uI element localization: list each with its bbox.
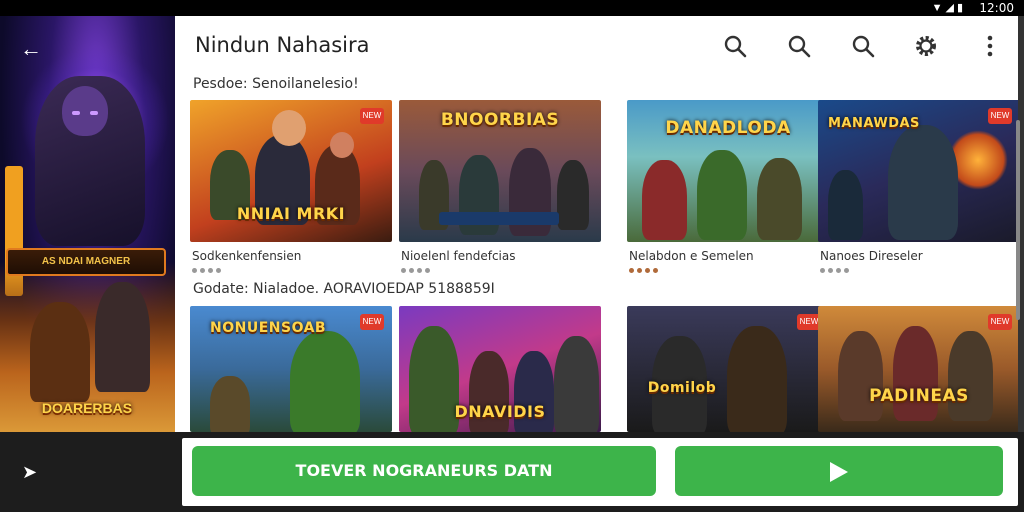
hero-art-panel[interactable]: AS NDAI MAGNER DOARERBAS ← xyxy=(0,16,175,432)
rating-dot xyxy=(828,268,833,273)
rating-dot xyxy=(836,268,841,273)
status-icons: ▼◢▮ xyxy=(931,2,966,14)
card-figure xyxy=(757,158,802,240)
rating-dot xyxy=(653,268,658,273)
rating-dot xyxy=(844,268,849,273)
game-card[interactable]: DNAVIDIS xyxy=(399,306,601,432)
rating-dot xyxy=(192,268,197,273)
hero-character-head xyxy=(62,86,108,136)
search-icon[interactable] xyxy=(722,33,748,59)
rating-dot xyxy=(637,268,642,273)
overflow-menu-icon[interactable] xyxy=(977,33,1003,59)
game-card[interactable]: DANADLODA xyxy=(627,100,829,242)
card-logo: BNOORBIAS xyxy=(440,110,560,130)
rating-dot xyxy=(425,268,430,273)
gear-icon[interactable] xyxy=(913,33,939,59)
card-title: Sodkenkenfensien xyxy=(192,249,302,263)
search-icon[interactable] xyxy=(850,33,876,59)
card-subtitle-plate xyxy=(439,212,559,225)
card-figure xyxy=(893,326,938,421)
section-label: Pesdoe: Senoilanelesio! xyxy=(193,76,359,92)
card-title: Nioelenl fendefcias xyxy=(401,249,516,263)
new-badge: NEW xyxy=(988,314,1012,330)
hero-warrior-right xyxy=(95,282,150,392)
card-figure xyxy=(210,376,250,432)
card-logo: Domilob xyxy=(647,380,717,396)
card-logo: NONUENSOAB xyxy=(210,320,327,336)
rating-dot xyxy=(200,268,205,273)
status-bar: ▼◢▮ 12:00 xyxy=(0,0,1024,16)
back-arrow-icon[interactable]: ← xyxy=(20,36,42,62)
rating-dot xyxy=(645,268,650,273)
search-icon[interactable] xyxy=(786,33,812,59)
rating-dot xyxy=(409,268,414,273)
card-logo: NNIAI MRKI xyxy=(236,204,346,223)
card-figure xyxy=(557,160,589,230)
nav-back-icon[interactable]: ➤ xyxy=(22,462,37,483)
card-title: Nanoes Direseler xyxy=(820,249,923,263)
rating-dot xyxy=(629,268,634,273)
status-time: 12:00 xyxy=(979,1,1014,15)
game-card[interactable]: NNIAI MRKI NEW xyxy=(190,100,392,242)
game-card[interactable]: Domilob NEW xyxy=(627,306,829,432)
card-figure xyxy=(290,331,360,432)
rating-dot xyxy=(417,268,422,273)
screen: ▼◢▮ 12:00 AS NDAI MAGNER DOARERBAS ← Nin… xyxy=(0,0,1024,512)
hero-warrior-left xyxy=(30,302,90,402)
card-face xyxy=(330,132,354,158)
card-figure xyxy=(727,326,787,432)
card-figure xyxy=(948,331,993,421)
app-bar: Nindun Nahasira xyxy=(175,16,1018,74)
card-face xyxy=(272,110,306,146)
rating-dot xyxy=(208,268,213,273)
hero-banner: AS NDAI MAGNER xyxy=(6,248,166,276)
rating-dots xyxy=(401,268,430,273)
rating-dots xyxy=(629,268,658,273)
card-logo: MANAWDAS xyxy=(828,116,920,131)
game-card[interactable]: PADINEAS NEW xyxy=(818,306,1020,432)
game-card[interactable]: BNOORBIAS xyxy=(399,100,601,242)
scrollbar[interactable] xyxy=(1016,120,1020,320)
card-figure xyxy=(642,160,687,240)
card-title: Nelabdon e Semelen xyxy=(629,249,754,263)
card-figure xyxy=(888,125,958,240)
primary-action-button[interactable]: TOEVER NOGRANEURS DATN xyxy=(192,446,656,496)
card-logo: DNAVIDIS xyxy=(454,402,546,421)
new-badge: NEW xyxy=(988,108,1012,124)
play-icon xyxy=(830,461,848,482)
card-logo: PADINEAS xyxy=(869,386,969,406)
card-figure xyxy=(838,331,883,421)
rating-dot xyxy=(216,268,221,273)
game-card[interactable]: MANAWDAS NEW xyxy=(818,100,1020,242)
rating-dots xyxy=(820,268,849,273)
rating-dot xyxy=(401,268,406,273)
hero-eye-left xyxy=(72,111,80,115)
rating-dots xyxy=(192,268,221,273)
new-badge: NEW xyxy=(360,108,384,124)
app-title: Nindun Nahasira xyxy=(195,33,370,57)
card-figure xyxy=(828,170,863,240)
card-figure xyxy=(697,150,747,240)
card-logo: DANADLODA xyxy=(665,118,791,138)
play-button[interactable] xyxy=(675,446,1003,496)
game-card[interactable]: NONUENSOAB NEW xyxy=(190,306,392,432)
section-label: Godate: Nialadoe. AORAVIOEDAP 5188859I xyxy=(193,281,495,297)
new-badge: NEW xyxy=(360,314,384,330)
hero-eye-right xyxy=(90,111,98,115)
hero-title-logo: DOARERBAS xyxy=(41,400,133,416)
content-panel: Nindun Nahasira Pesdoe: Senoilanelesio! … xyxy=(175,16,1020,432)
rating-dot xyxy=(820,268,825,273)
